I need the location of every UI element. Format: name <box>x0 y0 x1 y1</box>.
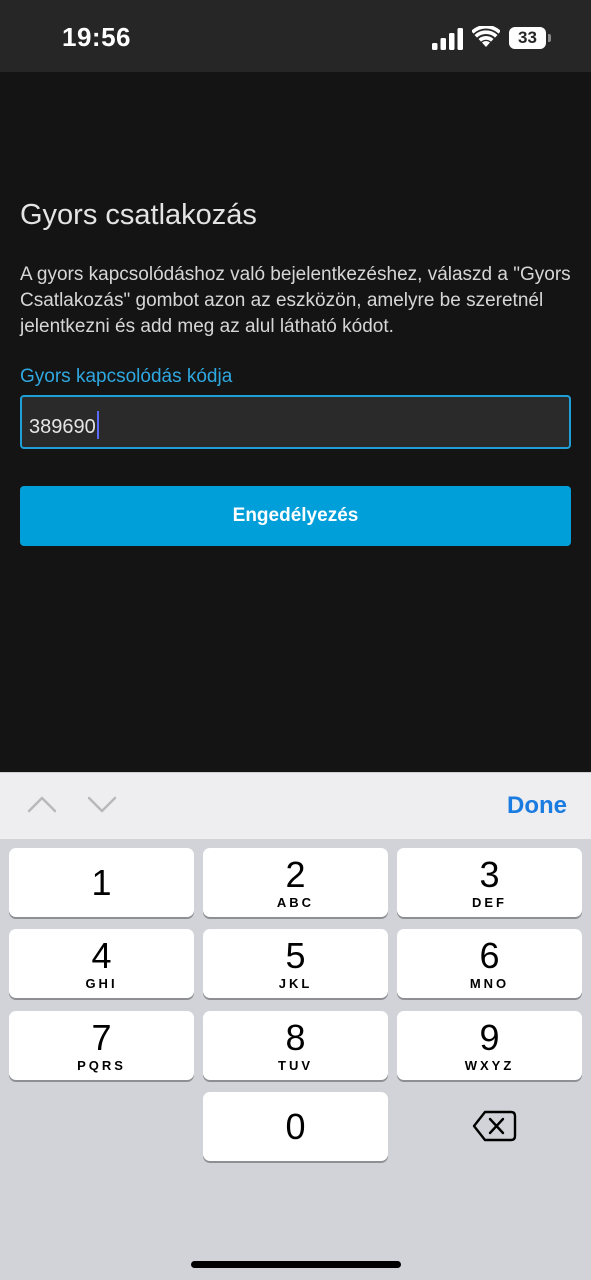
key-digit: 6 <box>479 935 500 976</box>
key-letters: PQRS <box>77 1058 126 1073</box>
code-field-label: Gyors kapcsolódás kódja <box>20 366 233 387</box>
code-input-value: 389690 <box>29 411 99 439</box>
key-letters: GHI <box>85 976 118 991</box>
key-3[interactable]: 3 DEF <box>397 848 582 917</box>
instructions-text: A gyors kapcsolódáshoz való bejelentkezé… <box>20 264 571 337</box>
chevron-up-icon[interactable] <box>26 793 58 815</box>
key-digit: 3 <box>479 854 500 895</box>
key-digit: 0 <box>285 1106 306 1147</box>
key-letters: MNO <box>469 976 510 991</box>
key-letters: ABC <box>276 895 315 910</box>
key-6[interactable]: 6 MNO <box>397 929 582 998</box>
page-title: Gyors csatlakozás <box>20 199 257 231</box>
key-digit: 7 <box>91 1017 112 1058</box>
text-caret <box>96 411 99 439</box>
cellular-signal-icon <box>432 28 463 50</box>
battery-icon: 33 <box>509 27 553 49</box>
key-digit: 2 <box>285 854 306 895</box>
key-9[interactable]: 9 WXYZ <box>397 1011 582 1080</box>
code-text: 389690 <box>29 416 96 438</box>
quick-connect-code-input[interactable]: 389690 <box>20 395 571 449</box>
key-digit: 1 <box>91 862 112 903</box>
key-8[interactable]: 8 TUV <box>203 1011 388 1080</box>
home-indicator <box>191 1261 401 1268</box>
key-digit: 5 <box>285 935 306 976</box>
key-letters: TUV <box>278 1058 313 1073</box>
backspace-icon[interactable] <box>397 1092 582 1161</box>
screen: 19:56 33 Gyors csatlakozás A gyors kapcs… <box>0 0 591 1280</box>
key-letters: DEF <box>472 895 507 910</box>
key-digit: 9 <box>479 1017 500 1058</box>
key-5[interactable]: 5 JKL <box>203 929 388 998</box>
key-4[interactable]: 4 GHI <box>9 929 194 998</box>
keyboard-toolbar: Done <box>0 772 591 839</box>
status-bar: 19:56 33 <box>0 0 591 72</box>
key-letters: WXYZ <box>464 1058 515 1073</box>
approve-button[interactable]: Engedélyezés <box>20 486 571 546</box>
battery-level: 33 <box>518 28 537 47</box>
chevron-down-icon[interactable] <box>86 793 118 815</box>
key-1[interactable]: 1 <box>9 848 194 917</box>
done-button[interactable]: Done <box>507 792 567 820</box>
key-digit: 8 <box>285 1017 306 1058</box>
key-0[interactable]: 0 <box>203 1092 388 1161</box>
key-2[interactable]: 2 ABC <box>203 848 388 917</box>
battery-tip <box>548 34 551 42</box>
key-7[interactable]: 7 PQRS <box>9 1011 194 1080</box>
status-time: 19:56 <box>62 22 131 52</box>
wifi-icon <box>472 26 500 47</box>
key-digit: 4 <box>91 935 112 976</box>
key-letters: JKL <box>278 976 313 991</box>
